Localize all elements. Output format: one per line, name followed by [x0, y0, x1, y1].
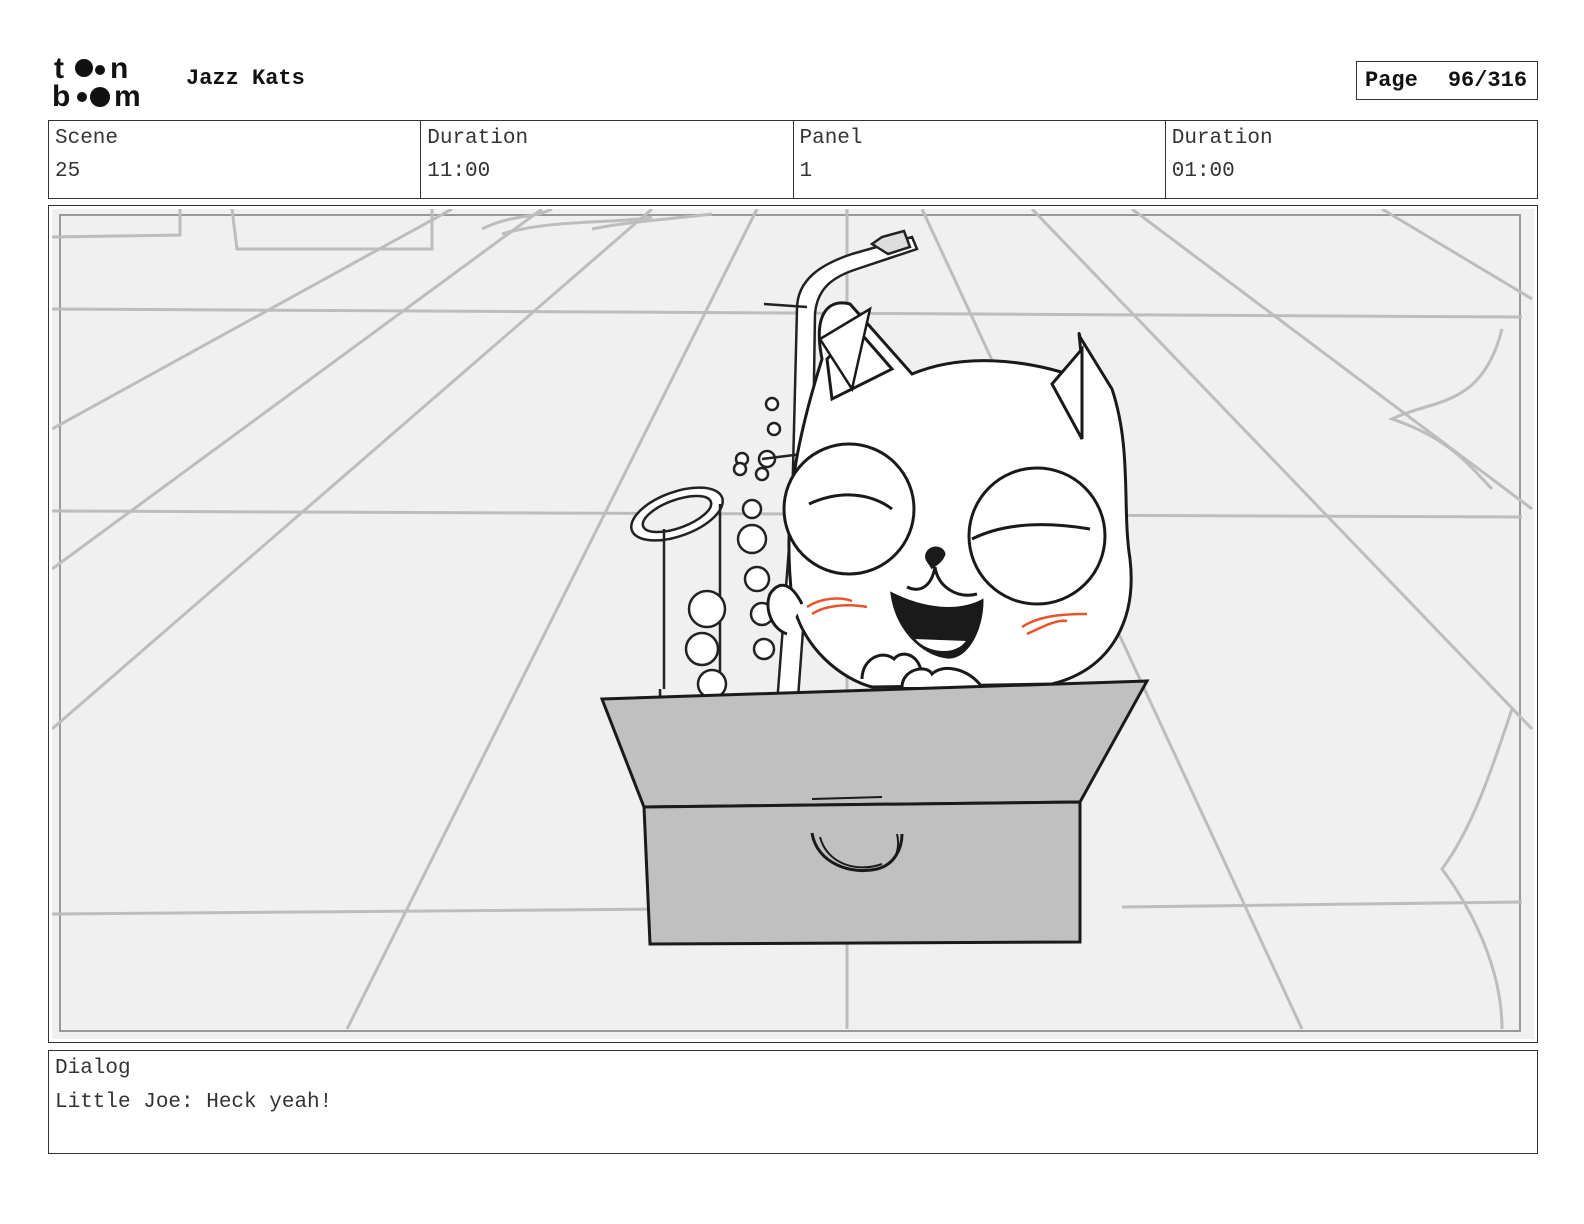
panel-value: 1	[799, 160, 813, 183]
panel-label: Panel	[799, 127, 863, 150]
scene-cell: Scene 25	[49, 121, 420, 198]
toonboom-logo: t n b m	[52, 52, 141, 110]
panel-duration-value: 01:00	[1171, 160, 1235, 183]
scene-duration-value: 11:00	[427, 160, 491, 183]
page-indicator: Page 96/316	[1356, 61, 1538, 100]
cardboard-box	[599, 679, 1150, 946]
dialog-text: Little Joe: Heck yeah!	[55, 1091, 333, 1114]
dialog-label: Dialog	[55, 1057, 131, 1080]
panel-info-row: Scene 25 Duration 11:00 Panel 1 Duration…	[48, 120, 1538, 199]
panel-drawing	[52, 209, 1534, 1039]
dialog-box: Dialog Little Joe: Heck yeah!	[48, 1050, 1538, 1154]
svg-text:b: b	[52, 80, 70, 110]
panel-duration-cell: Duration 01:00	[1164, 121, 1537, 198]
panel-cell: Panel 1	[792, 121, 1165, 198]
scene-label: Scene	[55, 127, 119, 150]
svg-text:m: m	[114, 80, 141, 110]
project-title: Jazz Kats	[186, 66, 305, 91]
storyboard-panel	[48, 205, 1538, 1043]
page-number: 96/316	[1447, 68, 1528, 93]
scene-duration-cell: Duration 11:00	[420, 121, 792, 198]
scene-duration-label: Duration	[427, 127, 529, 150]
panel-duration-label: Duration	[1171, 127, 1273, 150]
scene-value: 25	[55, 160, 81, 183]
page-label: Page	[1365, 68, 1418, 93]
